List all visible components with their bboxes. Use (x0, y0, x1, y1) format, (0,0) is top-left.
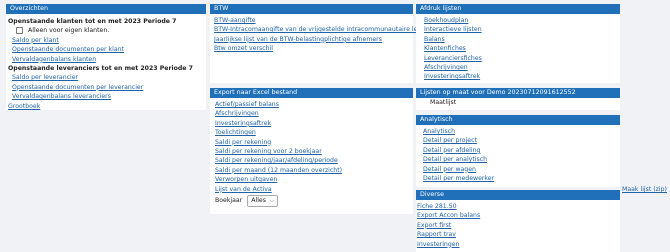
saldo-per-klant-link[interactable]: Saldo per klant (12, 37, 59, 44)
overzichten-header: Overzichten (6, 4, 206, 14)
maat-header: Lijsten op maat voor Demo 20230712091612… (416, 88, 620, 98)
excel-toelichtingen-link[interactable]: Toelichtingen (215, 129, 256, 136)
overzichten-panel: Overzichten Openstaande klanten tot en m… (6, 4, 206, 110)
afdruk-panel: Afdruk lijsten Boekhoudplan Interactieve… (416, 4, 620, 83)
suppliers-title: Openstaande leveranciers tot en met 2023… (8, 64, 193, 72)
afdruk-afschrijvingen-link[interactable]: Afschrijvingen (424, 64, 468, 71)
boekjaar-value: Alles (251, 196, 266, 204)
own-customers-checkbox[interactable] (16, 26, 23, 34)
excel-investeringsaftrek-link[interactable]: Investeringsaftrek (215, 120, 271, 127)
analytisch-panel: Analytisch Analytisch Detail per project… (416, 115, 620, 187)
excel-verworpen-uitgaven-link[interactable]: Verworpen uitgaven (215, 176, 277, 183)
btw-intracom-link[interactable]: BTW-Intracomaangifte van de vrijgestelde… (214, 26, 445, 33)
afdruk-investeringsaftrek-link[interactable]: Investeringsaftrek (424, 73, 480, 80)
excel-saldi-2-boekjaar-link[interactable]: Saldi per rekening voor 2 boekjaar (215, 148, 322, 155)
excel-header: Export naar Excel bestand (210, 88, 413, 98)
chevron-down-icon: ⌵ (269, 197, 274, 204)
afdruk-header: Afdruk lijsten (416, 4, 620, 14)
excel-afschrijvingen-link[interactable]: Afschrijvingen (215, 110, 259, 117)
btw-jaarlijkse-lijst-link[interactable]: Jaarlijkse lijst van de BTW-belastingpli… (214, 36, 382, 43)
rapport-trav-link[interactable]: Rapport trav (417, 231, 456, 238)
boekjaar-label: Boekjaar (215, 196, 243, 204)
export-accon-balans-link[interactable]: Export Accon balans (417, 212, 480, 219)
excel-saldi-jaar-afdeling-link[interactable]: Saldi per rekening/jaar/afdeling/periode (215, 157, 338, 164)
boekjaar-select[interactable]: Alles ⌵ (247, 194, 278, 207)
own-customers-row: Alleen voor eigen klanten. (6, 26, 206, 35)
detail-per-analytisch-link[interactable]: Detail per analytisch (423, 156, 487, 163)
open-docs-leverancier-link[interactable]: Openstaande documenten per leverancier (12, 84, 143, 91)
maatlijst-item[interactable]: Maatlijst (416, 98, 620, 107)
grootboek-link[interactable]: Grootboek (8, 103, 40, 110)
investeringen-link[interactable]: Investeringen (417, 241, 460, 248)
excel-lijst-activa-link[interactable]: Lijst van de Activa (215, 186, 272, 193)
analytisch-header: Analytisch (416, 115, 620, 125)
customers-title: Openstaande klanten tot en met 2023 Peri… (8, 18, 177, 25)
export-first-link[interactable]: Export first (417, 222, 451, 229)
balans-link[interactable]: Balans (424, 36, 445, 43)
open-docs-klant-link[interactable]: Openstaande documenten per klant (12, 46, 124, 53)
detail-per-medewerker-link[interactable]: Detail per medewerker (423, 175, 494, 182)
leveranciersfiches-link[interactable]: Leveranciersfiches (424, 55, 482, 62)
btw-panel: BTW BTW-aangifte BTW-Intracomaangifte va… (210, 4, 445, 83)
detail-per-project-link[interactable]: Detail per project (423, 137, 477, 144)
vervaldagen-leveranciers-link[interactable]: Vervaldagenbalans leveranciers (12, 93, 111, 100)
detail-per-wagen-link[interactable]: Detail per wagen (423, 166, 476, 173)
excel-actief-passief-link[interactable]: Actief/passief balans (215, 101, 279, 108)
klantenfiches-link[interactable]: Klantenfiches (424, 45, 466, 52)
excel-panel: Export naar Excel bestand Actief/passief… (210, 88, 413, 214)
diverse-panel: Diverse Fiche 281.50 Export Accon balans… (416, 190, 620, 252)
fiche-28150-link[interactable]: Fiche 281.50 (417, 203, 457, 210)
saldo-per-leverancier-link[interactable]: Saldo per leverancier (12, 74, 78, 81)
detail-per-afdeling-link[interactable]: Detail per afdeling (423, 147, 480, 154)
btw-aangifte-link[interactable]: BTW-aangifte (214, 17, 256, 24)
btw-omzet-verschil-link[interactable]: Btw omzet verschil (214, 45, 273, 52)
boekjaar-row: Boekjaar Alles ⌵ (210, 194, 413, 208)
analytisch-link[interactable]: Analytisch (423, 128, 455, 135)
excel-saldi-per-maand-link[interactable]: Saldi per maand (12 maanden overzicht) (215, 167, 342, 174)
own-customers-label: Alleen voor eigen klanten. (28, 27, 110, 35)
boekhoudplan-link[interactable]: Boekhoudplan (424, 17, 468, 24)
maak-lijst-zip-link[interactable]: Maak lijst (zip) (622, 186, 667, 193)
interactieve-lijsten-link[interactable]: Interactieve lijsten (424, 26, 482, 33)
diverse-header: Diverse (416, 190, 620, 200)
vervaldagen-klanten-link[interactable]: Vervaldagenbalans klanten (12, 56, 96, 63)
excel-saldi-rekening-link[interactable]: Saldi per rekening (215, 139, 271, 146)
btw-header: BTW (210, 4, 413, 14)
maat-panel: Lijsten op maat voor Demo 20230712091612… (416, 88, 620, 110)
